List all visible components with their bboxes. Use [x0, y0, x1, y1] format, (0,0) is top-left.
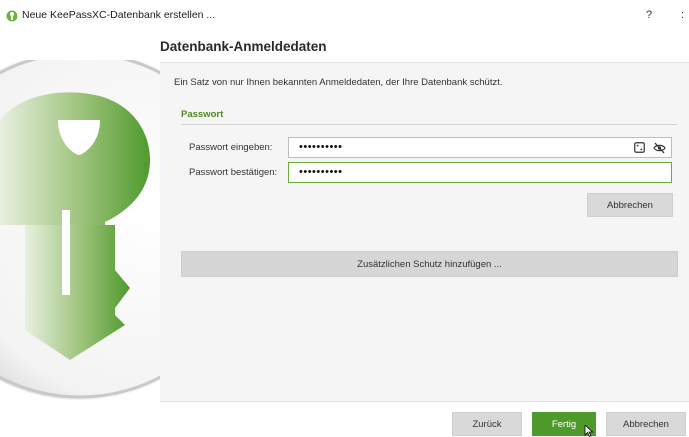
- cancel-button[interactable]: Abbrechen: [606, 412, 686, 436]
- back-button[interactable]: Zurück: [452, 412, 522, 436]
- password-group: Passwort Passwort eingeben: •••••••••• P…: [181, 100, 678, 227]
- window-title: Neue KeePassXC-Datenbank erstellen ...: [22, 9, 216, 21]
- confirm-password-field[interactable]: ••••••••••: [288, 162, 672, 183]
- enter-password-value: ••••••••••: [299, 141, 343, 153]
- keepassxc-app-icon: [6, 10, 18, 22]
- page-description: Ein Satz von nur Ihnen bekannten Anmelde…: [174, 77, 503, 88]
- title-bar: Neue KeePassXC-Datenbank erstellen ... ?…: [0, 0, 689, 30]
- page-title: Datenbank-Anmeldedaten: [160, 39, 327, 54]
- credentials-panel: Ein Satz von nur Ihnen bekannten Anmelde…: [160, 62, 689, 402]
- add-additional-protection-button[interactable]: Zusätzlichen Schutz hinzufügen ...: [181, 251, 678, 277]
- enter-password-label: Passwort eingeben:: [189, 142, 273, 153]
- cancel-password-button[interactable]: Abbrechen: [587, 193, 673, 217]
- password-generator-icon[interactable]: [634, 142, 645, 153]
- close-button[interactable]: :: [681, 9, 684, 21]
- enter-password-field[interactable]: ••••••••••: [288, 137, 672, 158]
- password-group-title: Passwort: [181, 109, 224, 120]
- confirm-password-label: Passwort bestätigen:: [189, 167, 278, 178]
- help-button[interactable]: ?: [646, 9, 652, 21]
- group-divider: [181, 124, 678, 125]
- keepassxc-key-logo: [0, 60, 165, 400]
- mouse-cursor-icon: [584, 425, 594, 437]
- confirm-password-value: ••••••••••: [299, 166, 343, 178]
- toggle-visibility-icon[interactable]: [653, 142, 666, 154]
